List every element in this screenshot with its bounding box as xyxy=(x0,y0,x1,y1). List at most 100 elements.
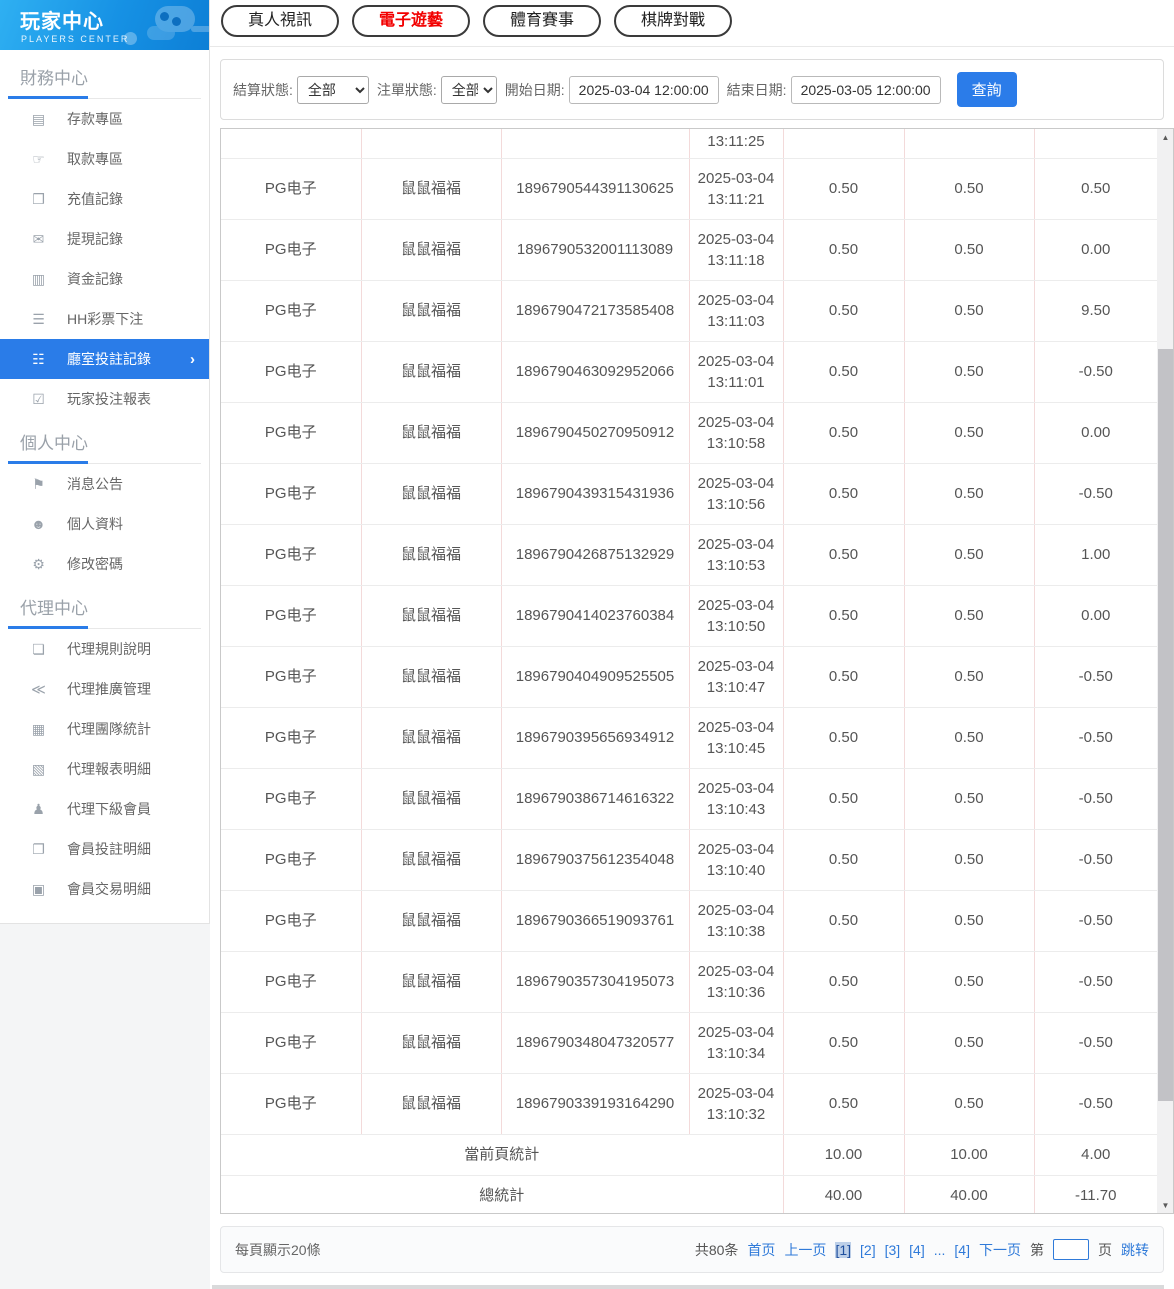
cell: 1896790472173585408 xyxy=(501,280,690,342)
tab-3[interactable]: 棋牌對戰 xyxy=(614,5,733,37)
tab-2[interactable]: 體育賽事 xyxy=(483,5,602,37)
cell: 鼠鼠福福 xyxy=(361,280,502,342)
vertical-scrollbar[interactable]: ▲ ▼ xyxy=(1157,129,1173,1214)
sidebar-item-label: 消息公告 xyxy=(67,476,123,492)
sidebar-item-2-3[interactable]: ▧ 代理報表明細 xyxy=(0,749,209,789)
gear-icon: ⚙ xyxy=(32,555,45,572)
table-row: PG电子 鼠鼠福福 1896790463092952066 2025-03-04 13:… xyxy=(221,341,1157,403)
cell: 2025-03-04 13:11:03 xyxy=(689,280,784,342)
start-date-label: 開始日期: xyxy=(504,81,565,98)
end-date-label: 結束日期: xyxy=(726,81,787,98)
page-link-last[interactable]: [4] xyxy=(954,1242,970,1258)
sidebar-item-0-5[interactable]: ☰ HH彩票下注 xyxy=(0,299,209,339)
cell: 2025-03-04 13:10:36 xyxy=(689,951,784,1013)
summary-value: 40.00 xyxy=(904,1175,1035,1214)
cell: 鼠鼠福福 xyxy=(361,1073,502,1135)
cell: 1896790375612354048 xyxy=(501,829,690,891)
page-link-1[interactable]: [1] xyxy=(835,1241,852,1258)
sidebar-item-1-2[interactable]: ⚙ 修改密碼 xyxy=(0,544,209,584)
tab-0[interactable]: 真人視訊 xyxy=(221,5,340,37)
cell: 0.50 xyxy=(783,158,905,220)
scrollbar-thumb[interactable] xyxy=(1158,349,1173,1101)
jump-button[interactable]: 跳转 xyxy=(1121,1240,1149,1260)
sidebar-item-label: 代理下級會員 xyxy=(67,801,151,817)
cell xyxy=(1034,129,1157,159)
bet-date: 2025-03-04 xyxy=(697,718,775,736)
sidebar-item-label: 代理報表明細 xyxy=(67,761,151,777)
tabs-row: 真人視訊 電子遊藝 體育賽事 棋牌對戰 xyxy=(210,0,1174,47)
first-page-link[interactable]: 首页 xyxy=(747,1240,775,1260)
sidebar-panel: 玩家中心 PLAYERS CENTER 財務中心 ▤ 存款專區 ☞ 取款專區 ❒ 充值記錄 ✉… xyxy=(0,0,210,924)
sidebar-item-2-2[interactable]: ▦ 代理團隊統計 xyxy=(0,709,209,749)
bet-date: 2025-03-04 xyxy=(697,230,775,248)
prev-page-link[interactable]: 上一页 xyxy=(784,1240,826,1260)
cell: 鼠鼠福福 xyxy=(361,158,502,220)
sidebar-item-0-1[interactable]: ☞ 取款專區 xyxy=(0,139,209,179)
cell: 0.50 xyxy=(783,1012,905,1074)
sidebar-item-0-3[interactable]: ✉ 提現記錄 xyxy=(0,219,209,259)
cell: -0.50 xyxy=(1034,707,1157,769)
cell: 0.50 xyxy=(904,341,1035,403)
cell: 鼠鼠福福 xyxy=(361,341,502,403)
start-date-input[interactable] xyxy=(568,75,719,104)
ellipsis: ... xyxy=(933,1241,946,1258)
page-link-3[interactable]: [3] xyxy=(885,1242,901,1258)
sidebar-item-2-6[interactable]: ▣ 會員交易明細 xyxy=(0,869,209,909)
bell-icon: ⚑ xyxy=(32,475,45,492)
jump-page-input[interactable] xyxy=(1053,1239,1089,1261)
cell: 鼠鼠福福 xyxy=(361,1012,502,1074)
scroll-down-icon[interactable]: ▼ xyxy=(1157,1197,1173,1213)
cell: 1896790366519093761 xyxy=(501,890,690,952)
cell xyxy=(501,129,690,159)
sidebar-item-2-4[interactable]: ♟ 代理下級會員 xyxy=(0,789,209,829)
sidebar-item-0-7[interactable]: ☑ 玩家投注報表 xyxy=(0,379,209,419)
sidebar-item-0-4[interactable]: ▥ 資金記錄 xyxy=(0,259,209,299)
table-row: PG电子 鼠鼠福福 1896790386714616322 2025-03-04 13:… xyxy=(221,768,1157,830)
sidebar: 玩家中心 PLAYERS CENTER 財務中心 ▤ 存款專區 ☞ 取款專區 ❒ 充值記錄 ✉… xyxy=(0,0,210,1289)
sidebar-item-2-0[interactable]: ❏ 代理規則說明 xyxy=(0,629,209,669)
cell: 0.50 xyxy=(1034,158,1157,220)
cell: PG电子 xyxy=(221,829,362,891)
section-heading-2: 代理中心 xyxy=(8,592,201,629)
tab-1[interactable]: 電子遊藝 xyxy=(352,5,471,37)
cell: -0.50 xyxy=(1034,646,1157,708)
lottery-document-icon: ☰ xyxy=(32,310,45,327)
cell: PG电子 xyxy=(221,341,362,403)
settle-status-select[interactable]: 全部 xyxy=(296,75,369,104)
sidebar-item-1-0[interactable]: ⚑ 消息公告 xyxy=(0,464,209,504)
cell: 0.50 xyxy=(783,219,905,281)
bet-time: 13:10:53 xyxy=(706,556,766,574)
deposit-card-icon: ▤ xyxy=(31,110,46,127)
sidebar-item-0-6[interactable]: ☷ 廳室投註記錄 › xyxy=(0,339,209,379)
cell: 鼠鼠福福 xyxy=(361,585,502,647)
sidebar-item-1-1[interactable]: ☻ 個人資料 xyxy=(0,504,209,544)
page-link-2[interactable]: [2] xyxy=(860,1242,876,1258)
sidebar-item-0-2[interactable]: ❒ 充值記錄 xyxy=(0,179,209,219)
page-link-4[interactable]: [4] xyxy=(909,1242,925,1258)
sidebar-item-label: 代理團隊統計 xyxy=(67,721,151,737)
search-button[interactable]: 查詢 xyxy=(956,72,1017,107)
summary-row-1: 總統計 40.00 40.00 -11.70 xyxy=(221,1175,1157,1214)
cell: 2025-03-04 13:10:32 xyxy=(689,1073,784,1135)
file-icon: ❏ xyxy=(32,640,45,657)
cell: 0.50 xyxy=(904,524,1035,586)
sidebar-item-2-1[interactable]: ≪ 代理推廣管理 xyxy=(0,669,209,709)
sidebar-item-label: 代理推廣管理 xyxy=(67,681,151,697)
total-count: 共80条 xyxy=(694,1241,739,1258)
cell: PG电子 xyxy=(221,1012,362,1074)
scroll-up-icon[interactable]: ▲ xyxy=(1157,129,1173,145)
end-date-input[interactable] xyxy=(790,75,941,104)
summary-value: 40.00 xyxy=(783,1175,905,1214)
next-page-link[interactable]: 下一页 xyxy=(979,1240,1021,1260)
bet-date: 2025-03-04 xyxy=(697,169,775,187)
cell: PG电子 xyxy=(221,890,362,952)
report-detail-icon: ▧ xyxy=(31,760,46,777)
order-status-select[interactable]: 全部 xyxy=(440,75,497,104)
table-row: PG电子 鼠鼠福福 1896790472173585408 2025-03-04 13:… xyxy=(221,280,1157,342)
sidebar-item-2-5[interactable]: ❐ 會員投註明細 xyxy=(0,829,209,869)
sidebar-item-0-0[interactable]: ▤ 存款專區 xyxy=(0,99,209,139)
page-size-text: 每頁顯示20條 xyxy=(235,1241,321,1258)
table-row: PG电子 鼠鼠福福 1896790348047320577 2025-03-04 13:… xyxy=(221,1012,1157,1074)
bet-date: 2025-03-04 xyxy=(697,596,775,614)
table-row: PG电子 鼠鼠福福 1896790544391130625 2025-03-04 13:… xyxy=(221,158,1157,220)
